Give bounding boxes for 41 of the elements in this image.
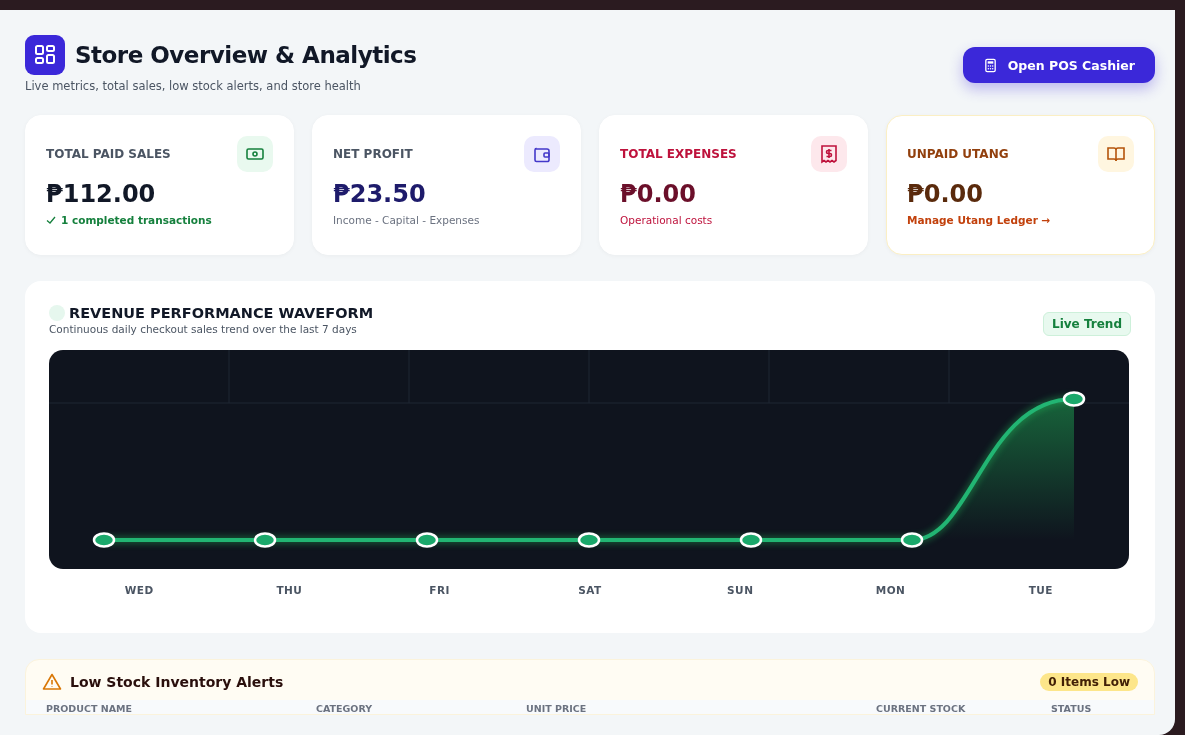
- calculator-icon: [982, 57, 998, 73]
- metric-label: NET PROFIT: [333, 147, 413, 161]
- column-header: UNIT PRICE: [526, 703, 588, 714]
- check-icon: [46, 215, 56, 225]
- open-pos-button[interactable]: Open POS Cashier: [962, 47, 1155, 83]
- receipt-icon: [811, 136, 847, 172]
- metric-label: TOTAL EXPENSES: [620, 147, 737, 161]
- metric-label: TOTAL PAID SALES: [46, 147, 171, 161]
- wallet-icon: [524, 136, 560, 172]
- alerts-title: Low Stock Inventory Alerts: [70, 674, 284, 690]
- page-title: Store Overview & Analytics: [75, 42, 417, 68]
- column-header: STATUS: [1051, 703, 1093, 714]
- chart-title: REVENUE PERFORMANCE WAVEFORM: [69, 305, 374, 321]
- metric-label: UNPAID UTANG: [907, 147, 1009, 161]
- day-label: MON: [874, 584, 907, 596]
- page-subtitle: Live metrics, total sales, low stock alerts, and store health: [25, 79, 362, 93]
- book-icon: [1098, 136, 1134, 172]
- chart-subtitle: Continuous daily checkout sales trend over the last 7 days: [49, 323, 358, 335]
- status-dot: [49, 305, 65, 321]
- day-label: SAT: [577, 584, 603, 596]
- warning-icon: [42, 672, 62, 692]
- metric-note: Operational costs: [620, 214, 713, 226]
- metric-note: 1 completed transactions: [61, 214, 212, 226]
- banknote-icon: [237, 136, 273, 172]
- day-label: THU: [275, 584, 304, 596]
- day-label: FRI: [428, 584, 452, 596]
- metric-value: ₱0.00: [907, 180, 984, 208]
- utang-ledger-link[interactable]: Manage Utang Ledger →: [907, 214, 1051, 226]
- items-low-badge: 0 Items Low: [1040, 673, 1138, 691]
- metric-value: ₱112.00: [46, 180, 157, 208]
- day-label: SUN: [726, 584, 755, 596]
- metric-note: Income - Capital - Expenses: [333, 214, 480, 226]
- metric-value: ₱23.50: [333, 180, 427, 208]
- day-label: TUE: [1027, 584, 1054, 596]
- column-header: CURRENT STOCK: [876, 703, 967, 714]
- day-label: WED: [123, 584, 155, 596]
- metric-value: ₱0.00: [620, 180, 697, 208]
- live-trend-badge: Live Trend: [1043, 312, 1131, 336]
- column-header: PRODUCT NAME: [46, 703, 133, 714]
- dashboard-icon: [25, 35, 65, 75]
- column-header: CATEGORY: [316, 703, 374, 714]
